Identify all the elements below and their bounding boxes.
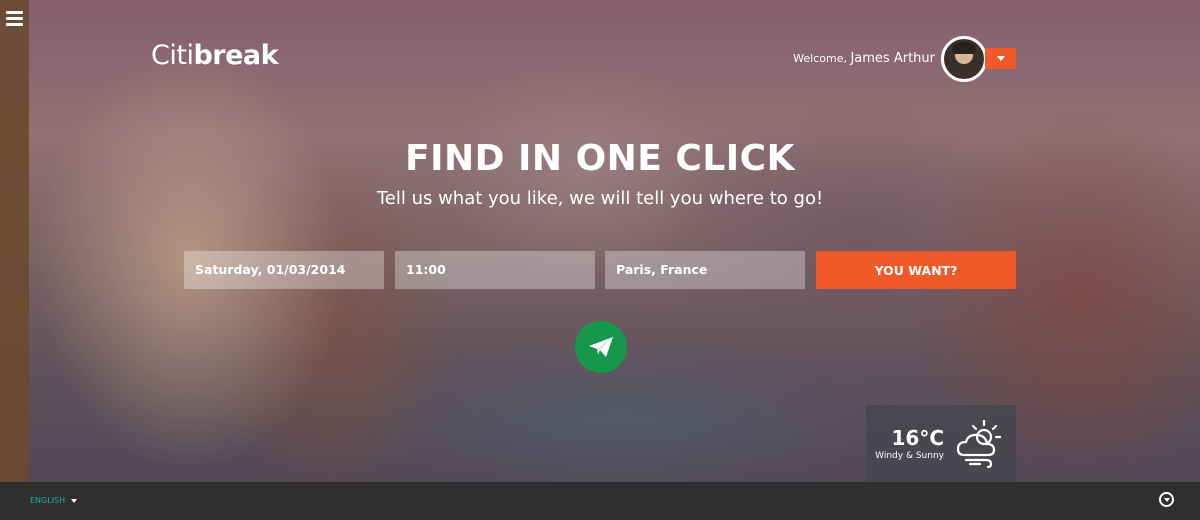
- page-subtitle: Tell us what you like, we will tell you …: [376, 188, 824, 209]
- menu-icon[interactable]: [6, 11, 23, 26]
- user-menu-button[interactable]: [985, 48, 1016, 69]
- user-name: James Arthur: [850, 51, 935, 66]
- footer: ENGLISH: [0, 482, 1200, 520]
- weather-condition: Windy & Sunny: [875, 451, 944, 461]
- location-field[interactable]: [605, 251, 805, 289]
- language-label: ENGLISH: [30, 496, 66, 505]
- caret-down-icon: [996, 56, 1005, 61]
- partly-cloudy-windy-icon: [956, 419, 1002, 469]
- time-field[interactable]: [395, 251, 595, 289]
- paper-plane-icon: [589, 337, 613, 357]
- date-field[interactable]: [184, 251, 384, 289]
- background-image: [0, 0, 1200, 482]
- side-menu-strip: [0, 0, 29, 482]
- logo[interactable]: Citibreak: [151, 40, 279, 71]
- caret-down-icon: [71, 498, 78, 503]
- logo-bold-text: break: [193, 40, 279, 71]
- language-selector[interactable]: ENGLISH: [30, 496, 78, 505]
- weather-widget: 16°C Windy & Sunny: [866, 405, 1016, 482]
- scroll-down-icon[interactable]: [1159, 492, 1174, 507]
- avatar[interactable]: [941, 36, 987, 82]
- welcome-text: Welcome, James Arthur: [793, 51, 935, 66]
- logo-light-text: Citi: [151, 40, 194, 71]
- page-title: FIND IN ONE CLICK: [404, 138, 795, 179]
- welcome-label: Welcome,: [793, 52, 847, 65]
- search-button[interactable]: YOU WANT?: [816, 251, 1016, 289]
- weather-temperature: 16°C: [891, 426, 944, 450]
- send-button[interactable]: [575, 321, 627, 373]
